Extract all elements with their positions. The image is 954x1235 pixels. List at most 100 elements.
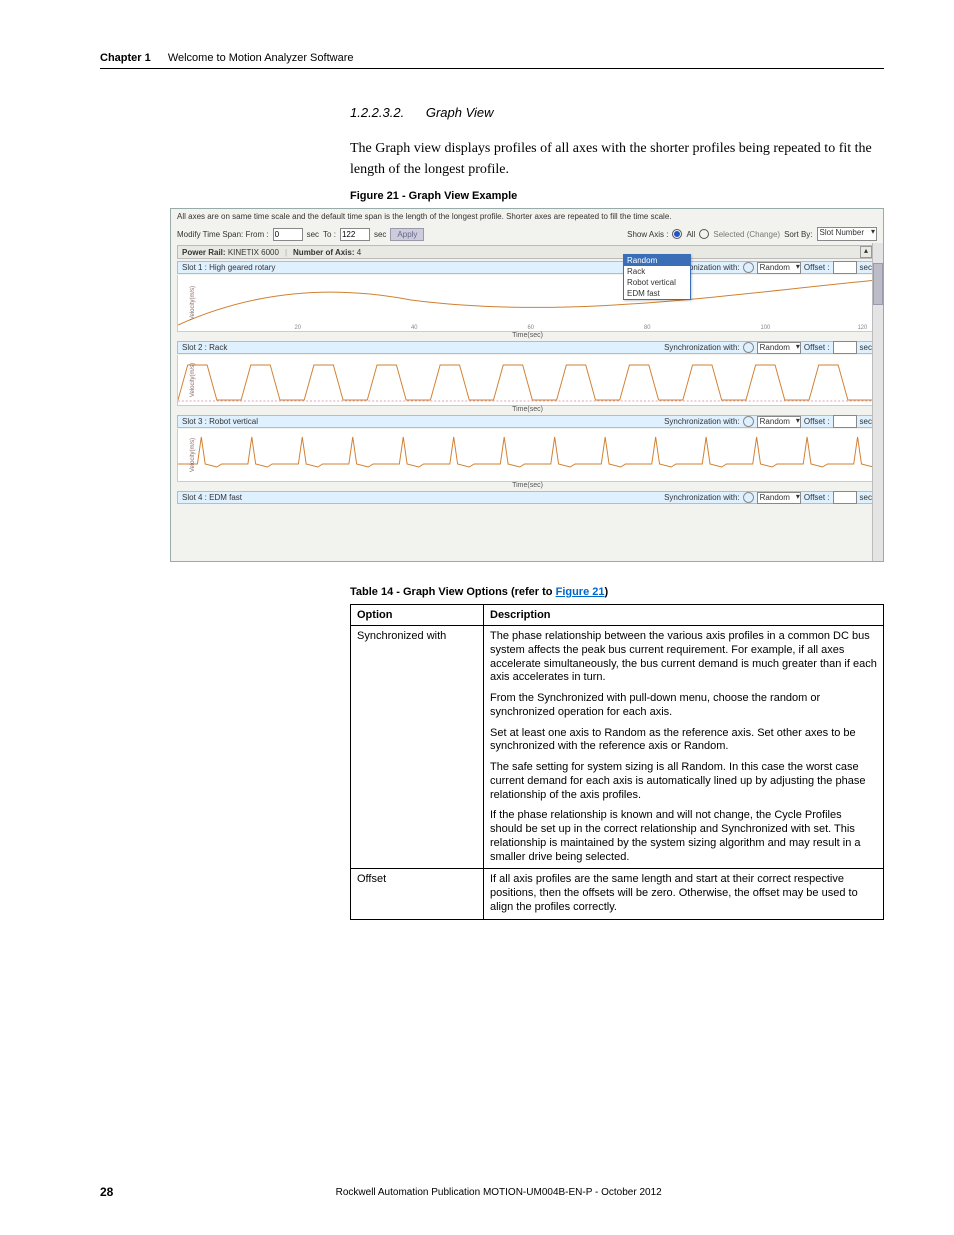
offset-input-2[interactable] [833, 341, 857, 354]
chapter-title: Welcome to Motion Analyzer Software [168, 52, 354, 64]
publication-info: Rockwell Automation Publication MOTION-U… [113, 1187, 884, 1198]
row1-p4: The safe setting for system sizing is al… [490, 761, 877, 802]
table-caption-prefix: Table 14 - Graph View Options (refer to [350, 586, 556, 598]
running-header: Chapter 1 Welcome to Motion Analyzer Sof… [100, 48, 884, 69]
sync-label-4: Synchronization with: [664, 493, 740, 502]
sync-label-2: Synchronization with: [664, 343, 740, 352]
slot2-ylabel: Velocity(m/s) [190, 363, 196, 397]
sync-info-icon[interactable] [743, 416, 754, 427]
num-axis-label: Number of Axis: [293, 248, 355, 257]
screenshot-top-note: All axes are on same time scale and the … [177, 212, 672, 221]
offset-unit-4: sec [860, 493, 872, 502]
sync-label-3: Synchronization with: [664, 417, 740, 426]
sync-info-icon[interactable] [743, 262, 754, 273]
row1-p5: If the phase relationship is known and w… [490, 809, 877, 864]
row2-option: Offset [351, 869, 484, 919]
section-title: Graph View [426, 105, 494, 120]
svg-text:60: 60 [528, 325, 535, 331]
slot4-strip: Slot 4 : EDM fast Synchronization with: … [177, 491, 877, 504]
svg-text:40: 40 [411, 325, 418, 331]
slot1-xlabel: Time(sec) [512, 332, 543, 339]
row1-p1: The phase relationship between the vario… [490, 630, 877, 685]
slot1-graph: 2040 6080 100120 Velocity(m/s) Time(sec) [177, 275, 877, 332]
offset-label-1: Offset : [804, 263, 830, 272]
table-caption-link[interactable]: Figure 21 [556, 586, 605, 598]
slot1-strip: Slot 1 : High geared rotary Synchronizat… [177, 261, 877, 274]
apply-button[interactable]: Apply [390, 228, 424, 241]
show-all-label: All [686, 230, 695, 239]
from-input[interactable] [273, 228, 303, 241]
show-all-radio[interactable] [672, 229, 682, 239]
row1-option: Synchronized with [351, 626, 484, 869]
slot1-ylabel: Velocity(m/s) [190, 286, 196, 320]
options-table: Option Description Synchronized with The… [350, 604, 884, 920]
row1-p3: Set at least one axis to Random as the r… [490, 727, 877, 755]
offset-unit-1: sec [860, 263, 872, 272]
collapse-icon[interactable]: ▴ [860, 246, 872, 258]
slot2-graph: Velocity(m/s) Time(sec) [177, 355, 877, 406]
dd-item-robot[interactable]: Robot vertical [624, 277, 690, 288]
row1-desc: The phase relationship between the vario… [484, 626, 884, 869]
dd-item-rack[interactable]: Rack [624, 266, 690, 277]
slot4-label: Slot 4 : EDM fast [182, 493, 242, 502]
svg-text:120: 120 [858, 325, 868, 331]
intro-paragraph: The Graph view displays profiles of all … [350, 138, 884, 180]
slot3-xlabel: Time(sec) [512, 482, 543, 489]
sync-select-1[interactable]: Random [757, 262, 801, 274]
dd-item-random[interactable]: Random [624, 255, 690, 266]
show-selected-label: Selected (Change) [713, 230, 780, 239]
table-caption-suffix: ) [605, 586, 609, 598]
svg-text:20: 20 [295, 325, 302, 331]
offset-input-3[interactable] [833, 415, 857, 428]
slot3-label: Slot 3 : Robot vertical [182, 417, 258, 426]
sortby-select[interactable]: Slot Number [817, 227, 877, 241]
timespan-toolbar: Modify Time Span: From : sec To : sec Ap… [177, 225, 877, 243]
row2-p1: If all axis profiles are the same length… [490, 873, 877, 914]
slot3-graph: Velocity(m/s) Time(sec) [177, 429, 877, 482]
to-input[interactable] [340, 228, 370, 241]
svg-text:80: 80 [644, 325, 651, 331]
section-number: 1.2.2.3.2. [350, 105, 404, 120]
power-rail-strip: Power Rail: KINETIX 6000 | Number of Axi… [177, 245, 877, 259]
slot3-strip: Slot 3 : Robot vertical Synchronization … [177, 415, 877, 428]
page-footer: 28 Rockwell Automation Publication MOTIO… [100, 1185, 884, 1199]
scrollbar-thumb[interactable] [873, 263, 883, 305]
sync-dropdown-popup[interactable]: Random Rack Robot vertical EDM fast [623, 254, 691, 300]
slot2-label: Slot 2 : Rack [182, 343, 227, 352]
offset-input-4[interactable] [833, 491, 857, 504]
modify-timespan-label: Modify Time Span: From : [177, 230, 269, 239]
to-unit: sec [374, 230, 386, 239]
graph-view-screenshot: All axes are on same time scale and the … [170, 208, 884, 562]
chapter-label: Chapter 1 [100, 52, 151, 64]
svg-text:100: 100 [761, 325, 771, 331]
col-description: Description [484, 605, 884, 626]
sync-select-4[interactable]: Random [757, 492, 801, 504]
sortby-label: Sort By: [784, 230, 812, 239]
slot3-ylabel: Velocity(m/s) [190, 438, 196, 472]
to-label: To : [323, 230, 336, 239]
slot2-xlabel: Time(sec) [512, 406, 543, 413]
offset-input-1[interactable] [833, 261, 857, 274]
col-option: Option [351, 605, 484, 626]
num-axis-value: 4 [357, 248, 361, 257]
table-caption: Table 14 - Graph View Options (refer to … [350, 586, 884, 598]
offset-label-4: Offset : [804, 493, 830, 502]
sync-info-icon[interactable] [743, 492, 754, 503]
section-heading: 1.2.2.3.2. Graph View [350, 105, 884, 120]
from-unit: sec [307, 230, 319, 239]
dd-item-edm[interactable]: EDM fast [624, 288, 690, 299]
row2-desc: If all axis profiles are the same length… [484, 869, 884, 919]
show-axis-label: Show Axis : [627, 230, 668, 239]
offset-unit-2: sec [860, 343, 872, 352]
sync-select-3[interactable]: Random [757, 416, 801, 428]
slot1-label: Slot 1 : High geared rotary [182, 263, 275, 272]
slot2-strip: Slot 2 : Rack Synchronization with: Rand… [177, 341, 877, 354]
show-selected-radio[interactable] [699, 229, 709, 239]
offset-label-2: Offset : [804, 343, 830, 352]
vertical-scrollbar[interactable] [872, 243, 883, 561]
sync-select-2[interactable]: Random [757, 342, 801, 354]
sync-info-icon[interactable] [743, 342, 754, 353]
figure-caption: Figure 21 - Graph View Example [350, 190, 884, 202]
power-rail-value: KINETIX 6000 [228, 248, 279, 257]
offset-label-3: Offset : [804, 417, 830, 426]
